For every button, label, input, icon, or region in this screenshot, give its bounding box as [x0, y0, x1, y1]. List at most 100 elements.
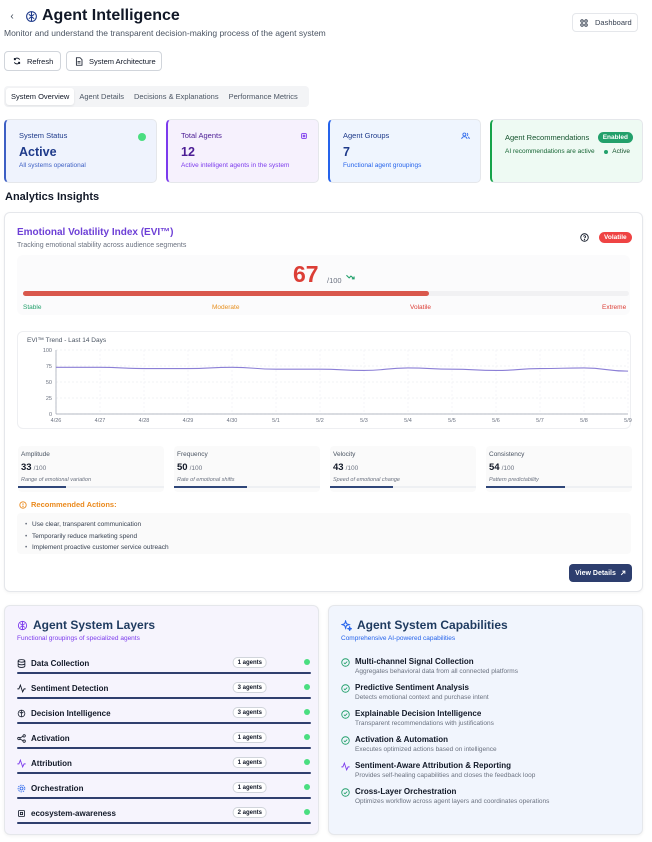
evi-progress-bar	[23, 291, 629, 296]
layer-bar	[17, 822, 311, 824]
layer-attribution[interactable]: Attribution 1 agents	[17, 757, 311, 777]
system-architecture-button[interactable]: System Architecture	[66, 51, 162, 71]
agent-capabilities-panel: Agent System Capabilities Comprehensive …	[328, 605, 643, 835]
metric-number: 43	[333, 462, 344, 473]
evi-score-max: /100	[327, 276, 342, 285]
alert-circle-icon	[19, 500, 27, 509]
tab-performance-metrics[interactable]: Performance Metrics	[224, 88, 303, 105]
refresh-label: Refresh	[27, 56, 54, 66]
metric-bar-fill	[330, 486, 393, 488]
capabilities-title-text: Agent System Capabilities	[357, 618, 508, 632]
x-tick-label: 5/8	[580, 418, 588, 424]
layer-orchestration[interactable]: Orchestration 1 agents	[17, 782, 311, 802]
metric-value: 33/100	[21, 462, 46, 473]
x-tick-label: 5/3	[360, 418, 368, 424]
agent-count-badge: 1 agents	[232, 657, 267, 668]
metric-bar	[174, 486, 320, 488]
x-tick-label: 5/9	[624, 418, 632, 424]
pulse-icon	[341, 762, 350, 771]
capability-desc: Optimizes workflow across agent layers a…	[355, 798, 550, 805]
agent-groups-card: Agent Groups 7 Functional agent grouping…	[328, 119, 481, 183]
metric-label: Frequency	[177, 451, 208, 458]
dashboard-label: Dashboard	[595, 18, 632, 27]
brain-icon	[26, 11, 37, 22]
metric-value: 50/100	[177, 462, 202, 473]
layer-bar	[17, 797, 311, 799]
recommended-actions-title: Recommended Actions:	[31, 500, 117, 509]
capability-name: Cross-Layer Orchestration	[355, 787, 457, 796]
metric-bar	[18, 486, 164, 488]
scale-stable: Stable	[23, 304, 42, 311]
y-tick-label: 25	[46, 396, 52, 402]
share-icon	[17, 734, 26, 743]
status-dot	[304, 659, 310, 665]
capability-name: Explainable Decision Intelligence	[355, 709, 482, 718]
cpu-icon	[301, 133, 307, 139]
help-icon[interactable]	[580, 233, 589, 242]
x-tick-label: 4/26	[51, 418, 62, 424]
metric-desc: Rate of emotional shifts	[177, 477, 235, 483]
metric-number: 33	[21, 462, 32, 473]
x-tick-label: 5/2	[316, 418, 324, 424]
volatile-badge: Volatile	[599, 232, 632, 243]
evi-title: Emotional Volatility Index (EVI™)	[17, 227, 174, 238]
layer-name: Sentiment Detection	[31, 684, 109, 693]
page-header: ‹ Agent Intelligence Monitor and underst…	[0, 0, 652, 46]
metric-max: /100	[189, 465, 203, 472]
metric-velocity: Velocity 43/100 Speed of emotional chang…	[330, 446, 476, 492]
agent-groups-desc: Functional agent groupings	[343, 162, 422, 169]
status-dot	[304, 784, 310, 790]
system-architecture-label: System Architecture	[89, 56, 156, 66]
trend-down-icon	[346, 274, 355, 280]
agent-groups-value: 7	[343, 145, 350, 159]
layers-subtitle: Functional groupings of specialized agen…	[17, 635, 140, 642]
metric-label: Amplitude	[21, 451, 50, 458]
capabilities-title: Agent System Capabilities	[341, 618, 508, 632]
total-agents-desc: Active intelligent agents in the system	[181, 162, 290, 169]
tab-decisions-explanations[interactable]: Decisions & Explanations	[129, 88, 224, 105]
metric-amplitude: Amplitude 33/100 Range of emotional vari…	[18, 446, 164, 492]
tab-bar: System Overview Agent Details Decisions …	[4, 86, 309, 107]
recommendations-status-label: Active	[612, 148, 630, 155]
database-icon	[17, 659, 26, 668]
refresh-button[interactable]: Refresh	[4, 51, 61, 71]
capability-name: Sentiment-Aware Attribution & Reporting	[355, 761, 511, 770]
layer-activation[interactable]: Activation 1 agents	[17, 732, 311, 752]
capability-desc: Executes optimized actions based on inte…	[355, 746, 497, 753]
scale-moderate: Moderate	[212, 304, 240, 311]
capability-name: Activation & Automation	[355, 735, 449, 744]
total-agents-value: 12	[181, 145, 195, 159]
page-title: Agent Intelligence	[42, 7, 180, 24]
agent-count-badge: 3 agents	[232, 682, 267, 693]
active-dot	[604, 149, 609, 154]
tab-system-overview[interactable]: System Overview	[6, 88, 75, 105]
x-tick-label: 5/7	[536, 418, 544, 424]
evi-trend-chart: EVI™ Trend - Last 14 Days 0 25 50 75 100 4/26…	[17, 331, 632, 429]
view-details-button[interactable]: View Details	[569, 564, 632, 582]
layer-decision-intelligence[interactable]: Decision Intelligence 3 agents	[17, 707, 311, 727]
metric-desc: Range of emotional variation	[21, 477, 92, 483]
status-indicator-dot	[138, 133, 146, 141]
layer-bar	[17, 722, 311, 724]
metric-number: 54	[489, 462, 500, 473]
check-circle-icon	[341, 736, 350, 745]
metric-bar-fill	[486, 486, 565, 488]
metric-value: 54/100	[489, 462, 514, 473]
metric-consistency: Consistency 54/100 Pattern predictabilit…	[486, 446, 632, 492]
back-icon[interactable]: ‹	[6, 11, 18, 23]
metric-label: Velocity	[333, 451, 356, 458]
capabilities-subtitle: Comprehensive AI-powered capabilities	[341, 635, 456, 642]
layer-ecosystem-awareness[interactable]: ecosystem-awareness 2 agents	[17, 807, 311, 827]
layer-data-collection[interactable]: Data Collection 1 agents	[17, 657, 311, 677]
layer-sentiment-detection[interactable]: Sentiment Detection 3 agents	[17, 682, 311, 702]
x-tick-label: 4/30	[227, 418, 238, 424]
evi-trend-line	[55, 366, 629, 372]
tab-agent-details[interactable]: Agent Details	[74, 88, 129, 105]
agent-count-badge: 3 agents	[232, 707, 267, 718]
dashboard-button[interactable]: Dashboard	[572, 13, 638, 32]
recommended-actions-heading: Recommended Actions:	[19, 500, 117, 509]
y-tick-label: 100	[43, 348, 52, 354]
scale-extreme: Extreme	[602, 304, 627, 311]
capability-name: Multi-channel Signal Collection	[355, 657, 474, 666]
agent-groups-label: Agent Groups	[343, 131, 390, 140]
